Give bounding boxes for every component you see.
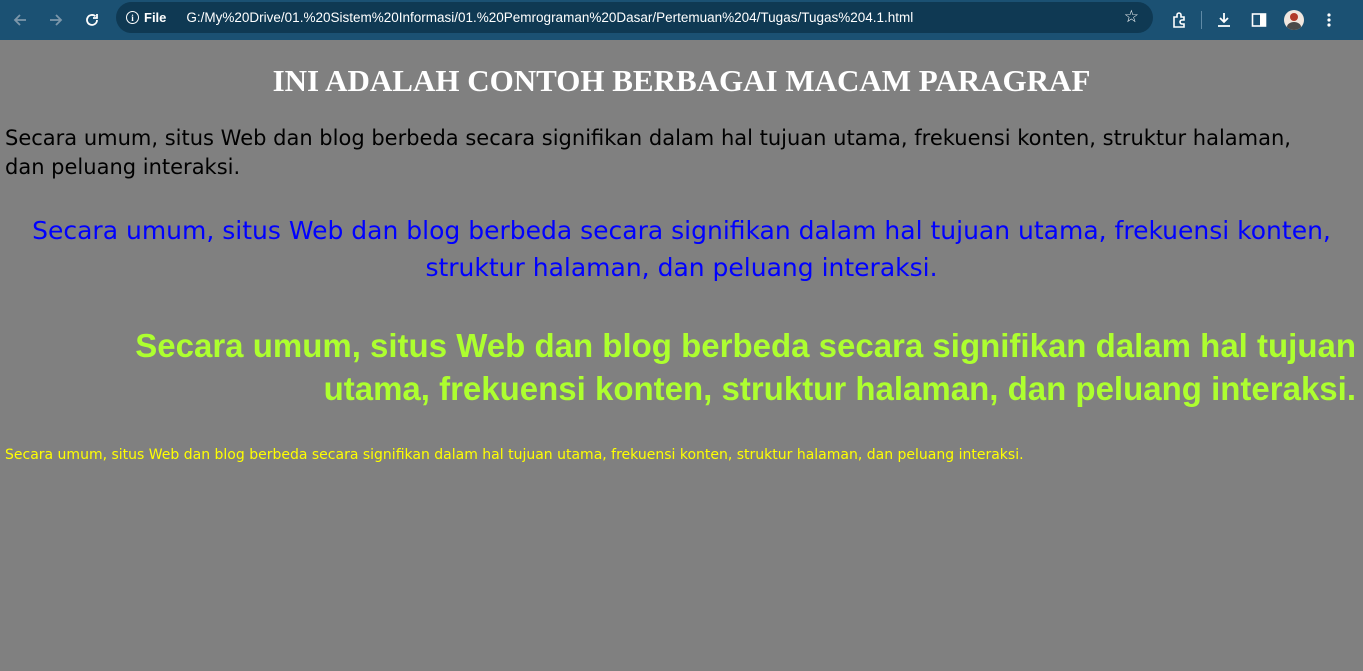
info-icon: i — [126, 11, 139, 24]
paragraph-green-right: Secara umum, situs Web dan blog berbeda … — [135, 327, 1356, 407]
browser-toolbar: i File G:/My%20Drive/01.%20Sistem%20Info… — [0, 0, 1363, 40]
forward-button[interactable] — [38, 3, 74, 37]
reload-icon — [86, 14, 98, 26]
download-button[interactable] — [1206, 3, 1241, 37]
paragraph-black-left: Secara umum, situs Web dan blog berbeda … — [5, 126, 1291, 179]
forward-icon — [50, 14, 63, 26]
site-chip-label: File — [144, 10, 167, 25]
profile-button[interactable] — [1276, 3, 1311, 37]
side-panel-icon — [1251, 13, 1266, 27]
back-button[interactable] — [2, 3, 38, 37]
menu-button[interactable] — [1311, 3, 1346, 37]
avatar — [1283, 10, 1304, 30]
extensions-button[interactable] — [1162, 3, 1197, 37]
toolbar-separator — [1201, 11, 1202, 29]
reload-button[interactable] — [74, 3, 110, 37]
star-icon[interactable]: ☆ — [1124, 8, 1139, 26]
page-heading: INI ADALAH CONTOH BERBAGAI MACAM PARAGRA… — [272, 63, 1091, 98]
page-content: INI ADALAH CONTOH BERBAGAI MACAM PARAGRA… — [0, 40, 1363, 671]
address-bar[interactable]: i File G:/My%20Drive/01.%20Sistem%20Info… — [116, 2, 1153, 33]
url-text[interactable]: G:/My%20Drive/01.%20Sistem%20Informasi/0… — [186, 10, 913, 25]
menu-icon — [1326, 13, 1331, 27]
paragraph-yellow-small: Secara umum, situs Web dan blog berbeda … — [5, 447, 1024, 463]
side-panel-button[interactable] — [1241, 3, 1276, 37]
back-icon — [13, 14, 26, 26]
download-icon — [1217, 13, 1230, 27]
site-info-chip[interactable]: i File — [126, 2, 166, 33]
extensions-icon — [1172, 12, 1185, 28]
paragraph-blue-center: Secara umum, situs Web dan blog berbeda … — [32, 216, 1331, 282]
